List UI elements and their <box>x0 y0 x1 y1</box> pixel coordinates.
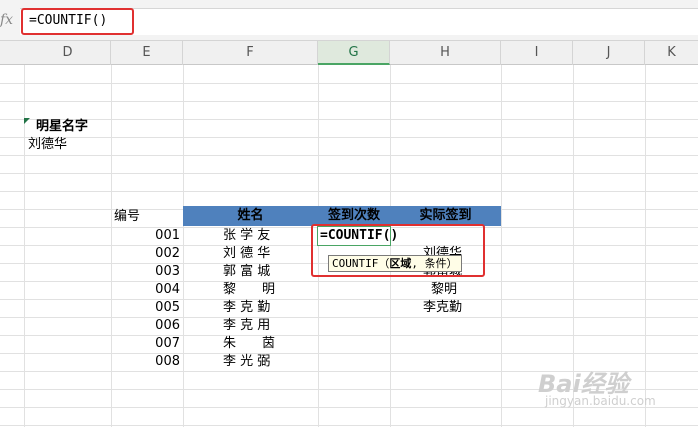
grid-line <box>0 83 698 84</box>
table-row-name-cell[interactable]: 郭 富 城 <box>223 263 270 281</box>
table-row-id-cell[interactable]: 004 <box>111 281 180 299</box>
table-row-name-cell[interactable]: 刘 德 华 <box>223 245 270 263</box>
table-row-id-cell[interactable]: 003 <box>111 263 180 281</box>
column-header-e[interactable]: E <box>111 41 183 65</box>
grid-line <box>0 299 698 300</box>
grid-line <box>0 425 698 426</box>
formula-highlight-box <box>21 8 134 35</box>
star-name-value-cell[interactable]: 刘德华 <box>28 136 67 154</box>
grid-line <box>0 281 698 282</box>
actual-sign-header-cell[interactable]: 实际签到 <box>390 207 501 225</box>
column-header-g[interactable]: G <box>318 41 390 65</box>
grid-line <box>0 335 698 336</box>
table-row-name-cell[interactable]: 黎 明 <box>223 281 275 299</box>
grid-line <box>0 173 698 174</box>
column-header-h[interactable]: H <box>390 41 501 65</box>
table-row-name-cell[interactable]: 朱 茵 <box>223 335 275 353</box>
fx-icon[interactable]: fx <box>0 12 16 28</box>
table-row-id-cell[interactable]: 005 <box>111 299 180 317</box>
grid-line <box>0 317 698 318</box>
column-header-i[interactable]: I <box>501 41 573 65</box>
table-row-name-cell[interactable]: 李 克 勤 <box>223 299 270 317</box>
name-header-cell[interactable]: 姓名 <box>183 207 318 225</box>
column-header-j[interactable]: J <box>573 41 645 65</box>
grid-line <box>0 119 698 120</box>
table-row-id-cell[interactable]: 007 <box>111 335 180 353</box>
grid-line <box>0 155 698 156</box>
edit-highlight-box <box>311 224 485 277</box>
table-row-id-cell[interactable]: 008 <box>111 353 180 371</box>
star-name-header-cell[interactable]: 明星名字 <box>36 118 88 136</box>
table-row-id-cell[interactable]: 001 <box>111 227 180 245</box>
grid-line <box>0 137 698 138</box>
table-row-id-cell[interactable]: 006 <box>111 317 180 335</box>
column-header-f[interactable]: F <box>183 41 318 65</box>
actual-sign-cell[interactable]: 李克勤 <box>423 299 462 317</box>
column-header-k[interactable]: K <box>645 41 698 65</box>
table-row-name-cell[interactable]: 李 克 用 <box>223 317 270 335</box>
table-row-name-cell[interactable]: 李 光 弼 <box>223 353 270 371</box>
watermark-url: jingyan.baidu.com <box>545 394 656 408</box>
index-label-cell[interactable]: 编号 <box>114 208 140 226</box>
table-row-id-cell[interactable]: 002 <box>111 245 180 263</box>
comment-indicator-icon <box>24 118 30 124</box>
grid-line <box>0 353 698 354</box>
actual-sign-cell[interactable]: 黎明 <box>431 281 457 299</box>
column-header-d[interactable]: D <box>25 41 111 65</box>
sign-count-header-cell[interactable]: 签到次数 <box>318 207 390 225</box>
table-row-name-cell[interactable]: 张 学 友 <box>223 227 270 245</box>
grid-line <box>0 191 698 192</box>
grid-line <box>0 101 698 102</box>
